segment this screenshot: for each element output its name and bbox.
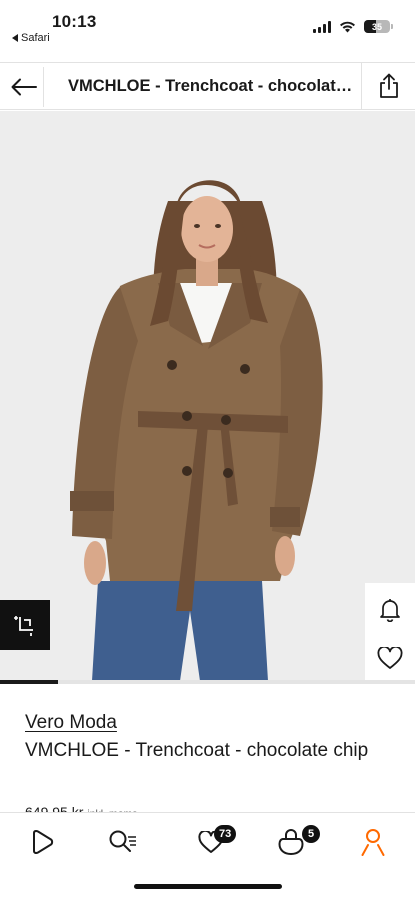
image-carousel-progress (0, 680, 415, 684)
back-button[interactable] (4, 67, 44, 107)
tab-wishlist[interactable]: 73 (188, 825, 237, 859)
product-image[interactable] (0, 111, 415, 681)
find-similar-button[interactable] (0, 600, 50, 650)
battery-level: 35 (371, 21, 382, 32)
tab-bag[interactable]: 5 (268, 825, 320, 859)
back-app-label: Safari (21, 32, 50, 44)
product-name: VMCHLOE - Trenchcoat - chocolate chip (25, 740, 369, 761)
back-to-safari[interactable]: Safari (12, 32, 50, 44)
heart-icon (377, 646, 403, 669)
user-icon (361, 829, 385, 856)
page-title: VMCHLOE - Trenchcoat - chocolate chip (68, 77, 358, 95)
wishlist-count-badge: 73 (214, 825, 237, 843)
tab-account[interactable] (350, 825, 396, 859)
home-icon (33, 830, 54, 854)
arrow-left-icon (11, 78, 37, 96)
battery-icon: 35 (364, 20, 393, 33)
bag-icon (278, 829, 304, 855)
back-arrow-icon (12, 34, 18, 42)
tab-home[interactable] (19, 825, 65, 859)
share-icon (379, 73, 398, 98)
bag-count-badge: 5 (302, 825, 320, 843)
bell-icon (380, 599, 400, 622)
price-alert-button[interactable] (365, 587, 415, 633)
tab-search[interactable] (100, 825, 146, 859)
cellular-signal-icon (313, 20, 331, 33)
navigation-header: VMCHLOE - Trenchcoat - chocolate chip (0, 62, 415, 110)
brand-link[interactable]: Vero Moda (25, 712, 117, 734)
wifi-icon (340, 21, 355, 32)
add-to-wishlist-button[interactable] (365, 635, 415, 681)
share-button[interactable] (361, 63, 415, 109)
search-icon (109, 830, 136, 852)
image-action-rail (365, 583, 415, 681)
crop-sparkle-icon (14, 616, 33, 636)
home-indicator (134, 884, 282, 889)
status-indicators: 35 (313, 20, 393, 33)
status-bar: 10:13 Safari 35 (0, 0, 415, 58)
status-time: 10:13 (52, 12, 97, 31)
model-photo (0, 111, 415, 681)
image-carousel-progress-fill (0, 680, 59, 684)
